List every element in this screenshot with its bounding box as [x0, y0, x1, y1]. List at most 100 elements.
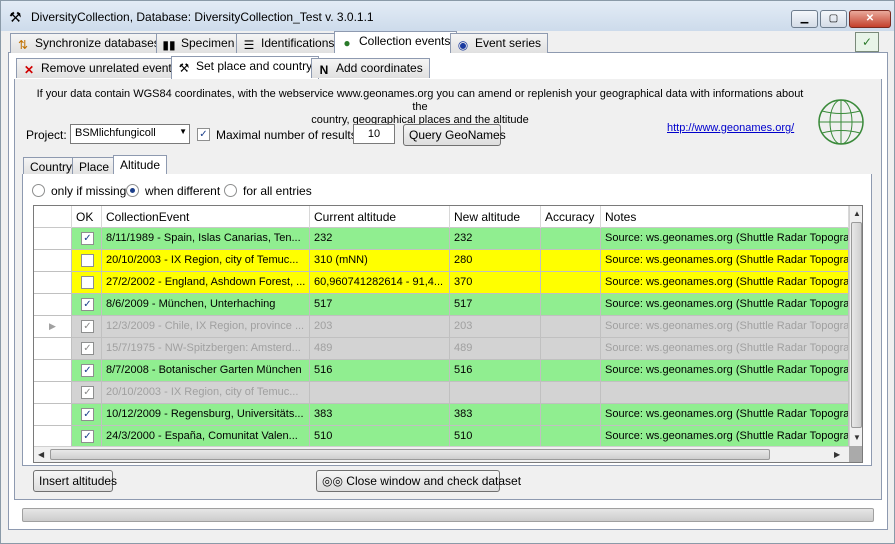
- tab-collection-events[interactable]: ● Collection events: [334, 31, 458, 54]
- cell-collection-event[interactable]: 8/7/2008 - Botanischer Garten München: [102, 360, 310, 381]
- ok-checkbox[interactable]: ✓: [81, 232, 94, 245]
- table-row[interactable]: ▶ ✓ 12/3/2009 - Chile, IX Region, province…: [34, 316, 849, 338]
- row-header[interactable]: [34, 382, 72, 403]
- ok-checkbox[interactable]: ✓: [81, 320, 94, 333]
- project-select[interactable]: BSMlichfungicoll ▼: [70, 124, 190, 144]
- row-header[interactable]: [34, 294, 72, 315]
- ok-checkbox[interactable]: [81, 254, 94, 267]
- tab-synchronize-databases[interactable]: ⇅ Synchronize databases: [10, 33, 167, 53]
- scroll-left-icon[interactable]: ◀: [38, 450, 44, 459]
- max-results-checkbox[interactable]: ✓: [197, 128, 210, 141]
- tab-identifications[interactable]: ☰ Identifications: [236, 33, 342, 53]
- cell-accuracy[interactable]: [541, 294, 601, 315]
- cell-collection-event[interactable]: 10/12/2009 - Regensburg, Universitäts...: [102, 404, 310, 425]
- minimize-button[interactable]: ▁: [791, 10, 818, 28]
- cell-notes[interactable]: [601, 382, 849, 403]
- cell-accuracy[interactable]: [541, 426, 601, 447]
- max-results-input[interactable]: 10: [353, 124, 395, 144]
- cell-current-altitude[interactable]: 232: [310, 228, 450, 249]
- cell-new-altitude[interactable]: 370: [450, 272, 541, 293]
- cell-current-altitude[interactable]: 310 (mNN): [310, 250, 450, 271]
- close-window-button[interactable]: ✕: [849, 10, 891, 28]
- vertical-scroll-thumb[interactable]: [851, 222, 862, 428]
- cell-collection-event[interactable]: 20/10/2003 - IX Region, city of Temuc...: [102, 250, 310, 271]
- cell-current-altitude[interactable]: 203: [310, 316, 450, 337]
- geonames-link[interactable]: http://www.geonames.org/: [667, 122, 794, 134]
- col-notes[interactable]: Notes: [601, 206, 849, 228]
- table-row[interactable]: ✓ 8/6/2009 - München, Unterhaching 517 517 S…: [34, 294, 849, 316]
- tab-set-place-and-country[interactable]: ⚒ Set place and country: [171, 56, 320, 79]
- ok-checkbox[interactable]: ✓: [81, 298, 94, 311]
- row-header[interactable]: [34, 338, 72, 359]
- ok-checkbox[interactable]: [81, 276, 94, 289]
- cell-current-altitude[interactable]: 383: [310, 404, 450, 425]
- cell-new-altitude[interactable]: [450, 382, 541, 403]
- row-header[interactable]: [34, 360, 72, 381]
- close-and-check-button[interactable]: ◎◎ Close window and check dataset: [316, 470, 521, 492]
- cell-accuracy[interactable]: [541, 272, 601, 293]
- row-header[interactable]: [34, 404, 72, 425]
- cell-notes[interactable]: Source: ws.geonames.org (Shuttle Radar T…: [601, 272, 849, 293]
- radio-when-different[interactable]: [126, 184, 139, 197]
- cell-new-altitude[interactable]: 510: [450, 426, 541, 447]
- cell-current-altitude[interactable]: 517: [310, 294, 450, 315]
- cell-accuracy[interactable]: [541, 360, 601, 381]
- radio-for-all-entries[interactable]: [224, 184, 237, 197]
- cell-notes[interactable]: Source: ws.geonames.org (Shuttle Radar T…: [601, 316, 849, 337]
- table-row[interactable]: ✓ 20/10/2003 - IX Region, city of Temuc..…: [34, 382, 849, 404]
- cell-new-altitude[interactable]: 517: [450, 294, 541, 315]
- cell-new-altitude[interactable]: 516: [450, 360, 541, 381]
- cell-notes[interactable]: Source: ws.geonames.org (Shuttle Radar T…: [601, 250, 849, 271]
- ok-checkbox[interactable]: ✓: [81, 342, 94, 355]
- tab-country[interactable]: Country: [23, 157, 80, 175]
- ok-checkbox[interactable]: ✓: [81, 364, 94, 377]
- cell-accuracy[interactable]: [541, 404, 601, 425]
- row-header[interactable]: [34, 426, 72, 447]
- radio-only-if-missing[interactable]: [32, 184, 45, 197]
- query-geonames-button[interactable]: Query GeoNames: [403, 124, 506, 146]
- cell-new-altitude[interactable]: 489: [450, 338, 541, 359]
- row-header[interactable]: [34, 272, 72, 293]
- cell-notes[interactable]: Source: ws.geonames.org (Shuttle Radar T…: [601, 228, 849, 249]
- table-row[interactable]: ✓ 15/7/1975 - NW-Spitzbergen: Amsterd... 4…: [34, 338, 849, 360]
- col-collection-event[interactable]: CollectionEvent: [102, 206, 310, 228]
- table-row[interactable]: ✓ 24/3/2000 - España, Comunitat Valen... 5…: [34, 426, 849, 448]
- cell-new-altitude[interactable]: 232: [450, 228, 541, 249]
- scroll-down-icon[interactable]: ▼: [853, 433, 861, 442]
- cell-notes[interactable]: Source: ws.geonames.org (Shuttle Radar T…: [601, 404, 849, 425]
- cell-new-altitude[interactable]: 280: [450, 250, 541, 271]
- cell-collection-event[interactable]: 8/6/2009 - München, Unterhaching: [102, 294, 310, 315]
- insert-altitudes-button[interactable]: Insert altitudes: [33, 470, 117, 492]
- col-accuracy[interactable]: Accuracy: [541, 206, 601, 228]
- cell-current-altitude[interactable]: 510: [310, 426, 450, 447]
- tab-specimen[interactable]: ▮▮ Specimen: [156, 33, 242, 53]
- cell-collection-event[interactable]: 24/3/2000 - España, Comunitat Valen...: [102, 426, 310, 447]
- horizontal-scrollbar[interactable]: ◀ ▶: [34, 446, 849, 462]
- cell-new-altitude[interactable]: 203: [450, 316, 541, 337]
- cell-collection-event[interactable]: 12/3/2009 - Chile, IX Region, province .…: [102, 316, 310, 337]
- sync-check-button[interactable]: ✓: [855, 32, 879, 52]
- scroll-up-icon[interactable]: ▲: [853, 209, 861, 218]
- cell-accuracy[interactable]: [541, 250, 601, 271]
- cell-accuracy[interactable]: [541, 316, 601, 337]
- cell-current-altitude[interactable]: 516: [310, 360, 450, 381]
- tab-altitude[interactable]: Altitude: [113, 155, 168, 176]
- tab-add-coordinates[interactable]: N Add coordinates: [311, 58, 430, 78]
- scroll-right-icon[interactable]: ▶: [834, 450, 840, 459]
- cell-collection-event[interactable]: 15/7/1975 - NW-Spitzbergen: Amsterd...: [102, 338, 310, 359]
- col-ok[interactable]: OK: [72, 206, 102, 228]
- tab-remove-unrelated-events[interactable]: ✕ Remove unrelated events: [16, 58, 185, 78]
- maximize-button[interactable]: ▢: [820, 10, 847, 28]
- vertical-scrollbar[interactable]: ▲ ▼: [849, 206, 862, 446]
- cell-accuracy[interactable]: [541, 228, 601, 249]
- cell-collection-event[interactable]: 8/11/1989 - Spain, Islas Canarias, Ten..…: [102, 228, 310, 249]
- ok-checkbox[interactable]: ✓: [81, 386, 94, 399]
- table-row[interactable]: ✓ 8/11/1989 - Spain, Islas Canarias, Ten.…: [34, 228, 849, 250]
- row-header[interactable]: [34, 250, 72, 271]
- cell-accuracy[interactable]: [541, 338, 601, 359]
- table-row[interactable]: 27/2/2002 - England, Ashdown Forest, ...…: [34, 272, 849, 294]
- cell-accuracy[interactable]: [541, 382, 601, 403]
- col-new-altitude[interactable]: New altitude: [450, 206, 541, 228]
- table-row[interactable]: ✓ 8/7/2008 - Botanischer Garten München 51…: [34, 360, 849, 382]
- cell-notes[interactable]: Source: ws.geonames.org (Shuttle Radar T…: [601, 294, 849, 315]
